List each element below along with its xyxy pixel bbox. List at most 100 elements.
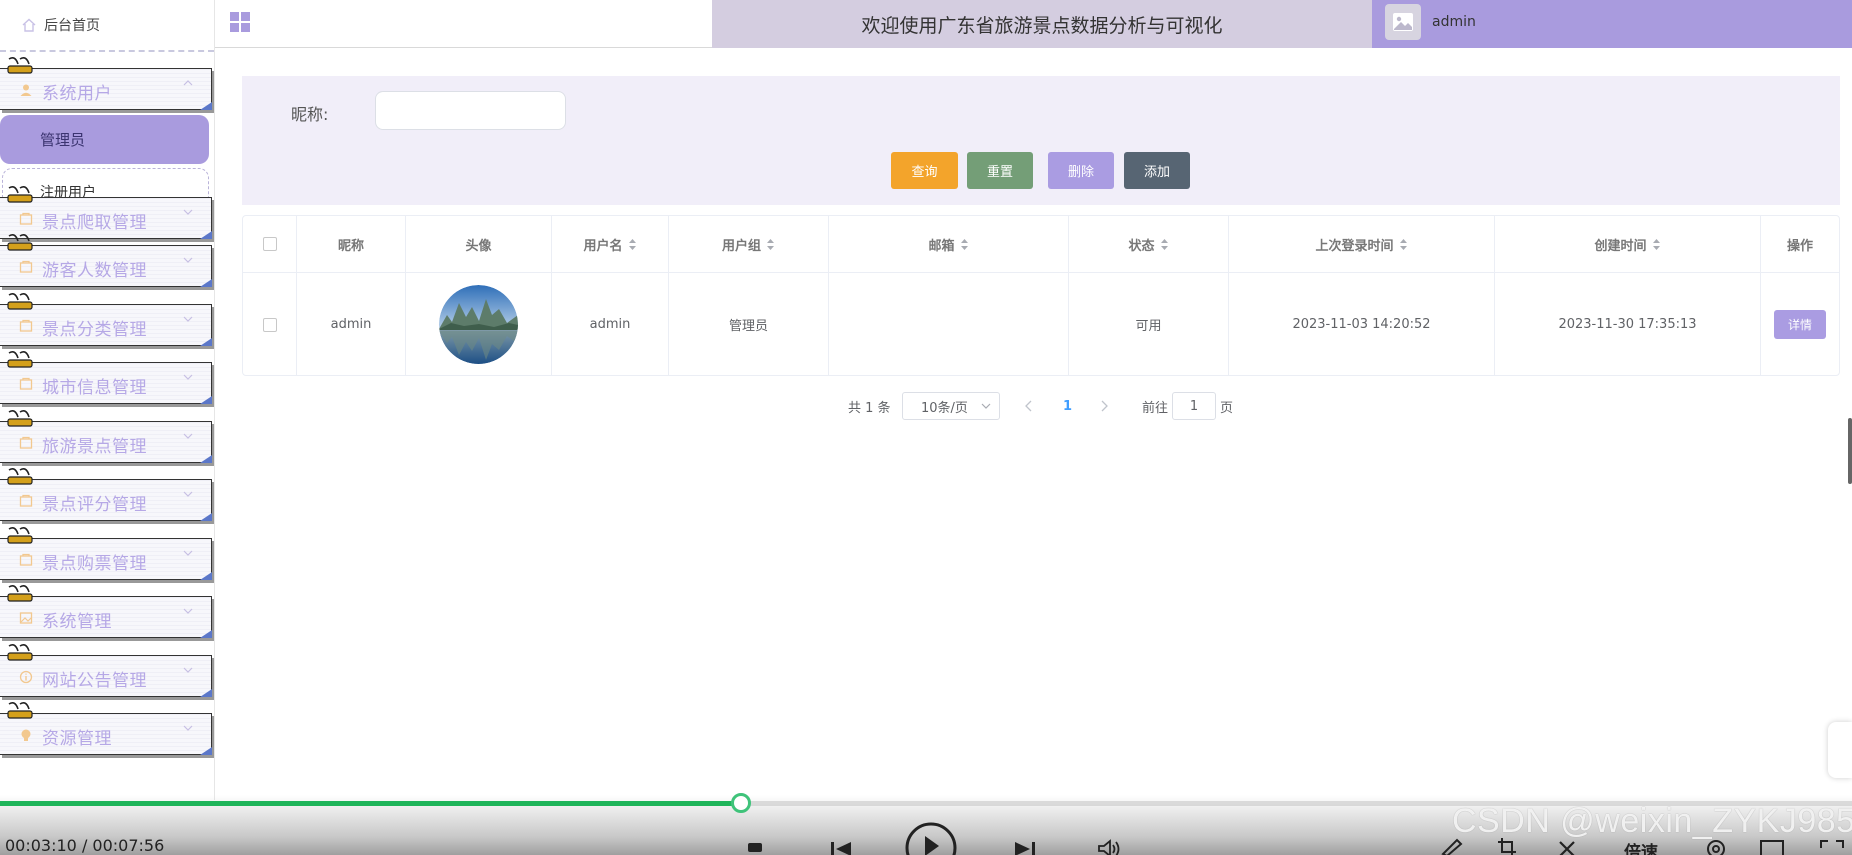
goto-label: 前往 bbox=[1142, 400, 1169, 416]
column-header-label: 邮箱 bbox=[928, 238, 955, 254]
speed-button[interactable]: 倍速 bbox=[1624, 838, 1658, 855]
cell-username: admin bbox=[552, 273, 669, 376]
pen-icon[interactable] bbox=[1438, 832, 1464, 855]
sort-icon[interactable] bbox=[1160, 238, 1169, 251]
sidebar-item-spot-crawl[interactable]: 景点爬取管理 bbox=[0, 185, 214, 239]
folder-icon bbox=[19, 212, 33, 225]
window-mode-icon[interactable] bbox=[1758, 832, 1786, 855]
detail-button[interactable]: 详情 bbox=[1774, 310, 1826, 339]
sort-icon[interactable] bbox=[1399, 238, 1408, 251]
row-select-cell bbox=[243, 273, 297, 376]
sidebar-item-spot-rating[interactable]: 景点评分管理 bbox=[0, 467, 214, 521]
previous-icon[interactable] bbox=[828, 832, 854, 855]
next-icon[interactable] bbox=[1012, 832, 1038, 855]
column-header-email[interactable]: 邮箱 bbox=[829, 216, 1069, 272]
select-all-cell bbox=[243, 216, 297, 272]
page-number-current[interactable]: 1 bbox=[1063, 392, 1072, 420]
sidebar-item-label: 景点分类管理 bbox=[42, 320, 147, 340]
header-title-bar: 欢迎使用广东省旅游景点数据分析与可视化 bbox=[712, 0, 1372, 48]
table-row: admin admin 管理员 可用 2023-11-03 14:20:52 2… bbox=[243, 273, 1839, 376]
sidebar-item-ticket[interactable]: 景点购票管理 bbox=[0, 526, 214, 580]
sidebar-item-label: 网站公告管理 bbox=[42, 671, 147, 691]
fullscreen-icon[interactable] bbox=[1818, 832, 1846, 855]
user-avatar-image[interactable] bbox=[439, 285, 518, 364]
chevron-down-icon bbox=[183, 374, 193, 380]
crop-icon[interactable] bbox=[1496, 832, 1522, 855]
cell-nickname: admin bbox=[297, 273, 406, 376]
cell-avatar bbox=[406, 273, 552, 376]
sidebar-item-tourist-spot[interactable]: 旅游景点管理 bbox=[0, 409, 214, 463]
sort-icon[interactable] bbox=[766, 238, 775, 251]
sidebar-item-system-users[interactable]: 系统用户 bbox=[0, 56, 214, 110]
column-header-label: 上次登录时间 bbox=[1315, 238, 1394, 254]
folder-icon bbox=[19, 494, 33, 507]
column-header-label: 创建时间 bbox=[1594, 238, 1647, 254]
column-header-last-login[interactable]: 上次登录时间 bbox=[1229, 216, 1495, 272]
video-progress-thumb[interactable] bbox=[730, 793, 751, 813]
sidebar-item-spot-category[interactable]: 景点分类管理 bbox=[0, 292, 214, 346]
query-button[interactable]: 查询 bbox=[891, 152, 958, 189]
column-header-status[interactable]: 状态 bbox=[1069, 216, 1229, 272]
avatar[interactable] bbox=[1385, 4, 1421, 40]
column-header-label: 用户名 bbox=[583, 238, 623, 254]
sidebar-subitem-label: 管理员 bbox=[40, 131, 86, 149]
folder-icon bbox=[19, 319, 33, 332]
sidebar-subitem-admin[interactable]: 管理员 bbox=[0, 115, 209, 164]
reset-button[interactable]: 重置 bbox=[967, 152, 1033, 189]
play-icon[interactable] bbox=[905, 822, 957, 855]
search-panel: 昵称: 查询 重置 删除 添加 bbox=[242, 76, 1840, 205]
add-button[interactable]: 添加 bbox=[1124, 152, 1190, 189]
header-username[interactable]: admin bbox=[1432, 14, 1476, 30]
chevron-down-icon bbox=[183, 608, 193, 614]
goto-page-input[interactable] bbox=[1172, 392, 1216, 420]
column-header-group[interactable]: 用户组 bbox=[669, 216, 829, 272]
settings-icon[interactable] bbox=[1703, 832, 1729, 855]
binder-clip-icon bbox=[7, 293, 33, 310]
sidebar-item-label: 游客人数管理 bbox=[42, 261, 147, 281]
user-table: 昵称 头像 用户名 用户组 邮箱 状态 上次登录时间 创建时间 操作 admin bbox=[242, 215, 1840, 376]
sidebar-item-announcement[interactable]: 网站公告管理 bbox=[0, 643, 214, 697]
cell-last-login: 2023-11-03 14:20:52 bbox=[1229, 273, 1495, 376]
sidebar-home-label: 后台首页 bbox=[44, 18, 100, 34]
chevron-down-icon bbox=[183, 433, 193, 439]
sidebar-item-visitor-count[interactable]: 游客人数管理 bbox=[0, 233, 214, 287]
column-header-created[interactable]: 创建时间 bbox=[1495, 216, 1761, 272]
row-checkbox[interactable] bbox=[262, 317, 277, 332]
nickname-input[interactable] bbox=[375, 91, 566, 130]
column-header-username[interactable]: 用户名 bbox=[552, 216, 669, 272]
sort-icon[interactable] bbox=[1652, 238, 1661, 251]
sidebar-home[interactable]: 后台首页 bbox=[0, 0, 214, 52]
table-header: 昵称 头像 用户名 用户组 邮箱 状态 上次登录时间 创建时间 操作 bbox=[243, 216, 1839, 273]
sidebar-item-label: 系统管理 bbox=[42, 612, 112, 632]
chevron-down-icon bbox=[183, 209, 193, 215]
binder-clip-icon bbox=[7, 702, 33, 719]
floating-side-button[interactable] bbox=[1828, 722, 1852, 778]
sidebar-item-system-management[interactable]: 系统管理 bbox=[0, 584, 214, 638]
folder-icon bbox=[19, 260, 33, 273]
info-icon bbox=[19, 670, 33, 684]
sidebar: 后台首页 系统用户 管理员 注册用户 景点爬取管理 游客人数管理 景点分类管理 bbox=[0, 0, 215, 800]
close-icon[interactable] bbox=[1556, 832, 1578, 855]
sidebar-item-resources[interactable]: 资源管理 bbox=[0, 701, 214, 755]
home-icon bbox=[22, 18, 36, 32]
sort-icon[interactable] bbox=[960, 238, 969, 251]
chevron-right-icon bbox=[1101, 400, 1108, 412]
user-icon bbox=[20, 84, 32, 96]
volume-icon[interactable] bbox=[1096, 832, 1124, 855]
sort-icon[interactable] bbox=[628, 238, 637, 251]
select-all-checkbox[interactable] bbox=[262, 237, 277, 251]
cell-email bbox=[829, 273, 1069, 376]
grid-menu-icon[interactable] bbox=[229, 11, 251, 33]
sidebar-item-label: 资源管理 bbox=[42, 729, 112, 749]
sidebar-item-city-info[interactable]: 城市信息管理 bbox=[0, 350, 214, 404]
cell-created: 2023-11-30 17:35:13 bbox=[1495, 273, 1761, 376]
delete-button[interactable]: 删除 bbox=[1048, 152, 1114, 189]
next-page-button[interactable] bbox=[1099, 392, 1113, 420]
lightbulb-icon bbox=[21, 729, 31, 741]
page-title: 欢迎使用广东省旅游景点数据分析与可视化 bbox=[861, 14, 1223, 37]
scrollbar-thumb[interactable] bbox=[1848, 418, 1852, 484]
page-size-select[interactable]: 10条/页 bbox=[902, 392, 1000, 420]
prev-page-button[interactable] bbox=[1024, 392, 1038, 420]
stop-icon[interactable] bbox=[745, 832, 765, 852]
header-user-bar[interactable]: admin bbox=[1372, 0, 1852, 48]
